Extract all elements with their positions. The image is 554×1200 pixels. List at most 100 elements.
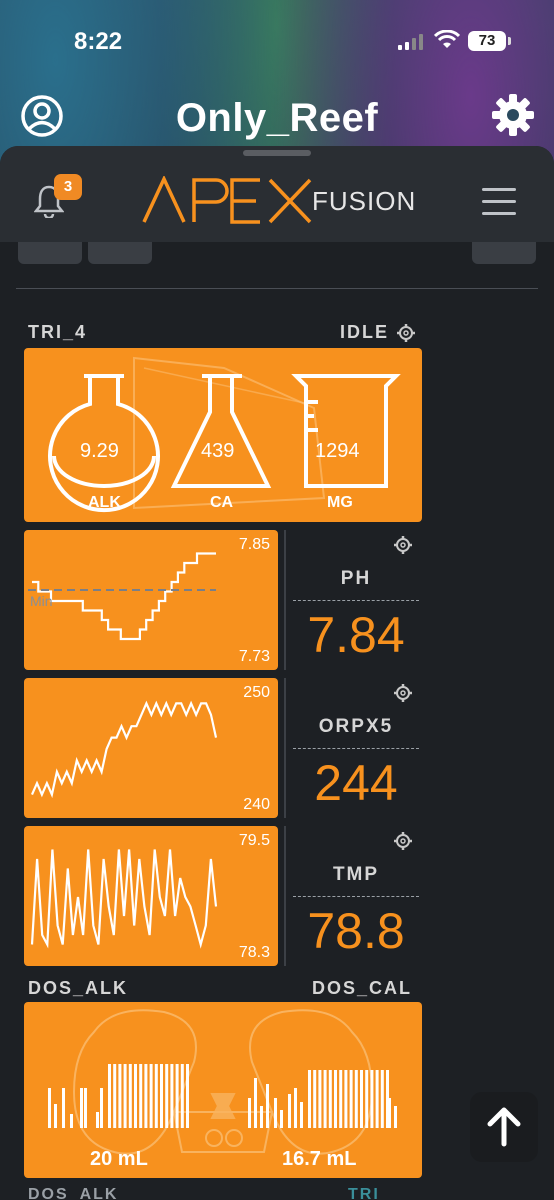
probe-value: 7.84 — [307, 607, 405, 663]
gear-icon[interactable] — [490, 92, 536, 138]
series-line — [30, 849, 218, 949]
dose-bar — [186, 1064, 189, 1128]
dose-bar — [375, 1070, 379, 1128]
dose-bar — [96, 1112, 99, 1128]
min-threshold-label: Min — [30, 593, 53, 609]
dose-bar — [349, 1070, 353, 1128]
axis-max: 79.5 — [238, 832, 270, 849]
ca-value: 439 — [201, 440, 235, 462]
dos-cal-label: DOS_CAL — [312, 978, 413, 998]
dose-bar — [260, 1106, 263, 1128]
next-row-right-label: TRI — [348, 1186, 380, 1200]
dose-bar — [70, 1114, 73, 1128]
dose-bar — [274, 1098, 277, 1128]
scroll-to-top-button[interactable] — [470, 1092, 538, 1162]
gear-icon[interactable] — [394, 832, 412, 850]
dose-bar — [175, 1064, 179, 1128]
probe-graph[interactable]: 250 240 — [24, 678, 278, 818]
gear-icon[interactable] — [394, 536, 412, 554]
dosing-pump-graphic — [48, 1009, 397, 1155]
dosing-card[interactable]: 20 mL 16.7 mL — [24, 1002, 422, 1178]
dose-bar — [144, 1064, 148, 1128]
toolbar-button-1[interactable] — [18, 242, 82, 264]
nav-bar: 3 FUSION — [0, 146, 554, 242]
axis-min: 240 — [243, 796, 270, 813]
dose-bar — [62, 1088, 65, 1128]
toolbar-button-3[interactable] — [472, 242, 536, 264]
notification-badge[interactable]: 3 — [54, 174, 82, 200]
dose-bar — [328, 1070, 332, 1128]
dose-bar — [360, 1070, 363, 1128]
probe-value: 244 — [314, 755, 398, 811]
apex-logo — [142, 176, 312, 224]
axis-max: 7.85 — [238, 536, 270, 553]
dose-bar — [123, 1064, 127, 1128]
dose-bar — [84, 1088, 87, 1128]
dose-bar — [318, 1070, 322, 1128]
row-separator — [284, 826, 286, 966]
probe-label: PH — [340, 568, 372, 589]
dose-bar — [388, 1098, 391, 1128]
dose-bar — [300, 1102, 303, 1128]
probe-graph[interactable]: 79.5 78.3 — [24, 826, 278, 966]
alk-label: ALK — [88, 494, 121, 511]
dose-bar — [254, 1078, 257, 1128]
dose-bar — [154, 1064, 158, 1128]
dose-bar — [380, 1070, 384, 1128]
dashed-divider — [293, 600, 419, 601]
trident-card[interactable]: 9.29 ALK 439 CA 1294 MG — [24, 348, 422, 522]
gear-icon[interactable] — [394, 684, 412, 702]
dose-bar — [344, 1070, 348, 1128]
probe-line-chart — [30, 700, 218, 799]
dashed-divider — [293, 896, 419, 897]
app-header: Only_Reef — [0, 86, 554, 146]
axis-min: 78.3 — [238, 944, 270, 961]
dose-bar — [365, 1070, 369, 1128]
page-title: Only_Reef — [175, 96, 379, 140]
status-time: 8:22 — [74, 28, 123, 55]
dose-bar — [165, 1064, 169, 1128]
battery-indicator: 73 — [468, 31, 511, 51]
dose-bar — [149, 1064, 153, 1128]
dose-bar — [80, 1088, 83, 1128]
dose-bar — [48, 1088, 51, 1128]
ca-label: CA — [210, 494, 234, 511]
dose-bar — [370, 1070, 374, 1128]
dose-bar — [248, 1098, 251, 1128]
axis-max: 250 — [243, 684, 270, 701]
dose-bar — [294, 1088, 297, 1128]
drag-handle[interactable] — [243, 150, 311, 156]
row-separator — [284, 678, 286, 818]
dose-bar — [339, 1070, 343, 1128]
cellular-signal-icon — [398, 34, 423, 50]
dose-bar — [108, 1064, 111, 1128]
menu-icon[interactable] — [482, 188, 516, 216]
dose-bar — [334, 1070, 337, 1128]
dose-bar — [180, 1064, 184, 1128]
mg-value: 1294 — [315, 440, 360, 462]
dose-bar — [139, 1064, 143, 1128]
dose-bar — [308, 1070, 311, 1128]
dos-alk-label: DOS_ALK — [28, 978, 129, 998]
gear-icon[interactable] — [397, 324, 415, 342]
dose-bar — [118, 1064, 122, 1128]
next-row-left-label: DOS_ALK — [28, 1186, 119, 1200]
dose-bar — [288, 1094, 291, 1128]
status-bar: 8:22 73 — [0, 0, 554, 80]
dose-bar — [54, 1104, 57, 1128]
dos-cal-amount: 16.7 mL — [282, 1148, 357, 1170]
dose-bar — [266, 1084, 269, 1128]
dashed-divider — [293, 748, 419, 749]
dose-bar — [323, 1070, 327, 1128]
logo-fusion-text: FUSION — [312, 186, 417, 216]
dose-bar — [113, 1064, 117, 1128]
arrow-up-icon — [487, 1107, 521, 1147]
probe-label: ORPX5 — [318, 716, 394, 737]
toolbar-button-2[interactable] — [88, 242, 152, 264]
probe-value: 78.8 — [307, 903, 405, 959]
probe-graph[interactable]: Min 7.85 7.73 — [24, 530, 278, 670]
series-line — [30, 700, 218, 799]
mg-label: MG — [327, 494, 353, 511]
dashboard-panel: 3 FUSION TRI_4 IDLE 9.29 ALK 439 CA 1294… — [0, 146, 554, 1200]
dose-bar — [100, 1088, 103, 1128]
